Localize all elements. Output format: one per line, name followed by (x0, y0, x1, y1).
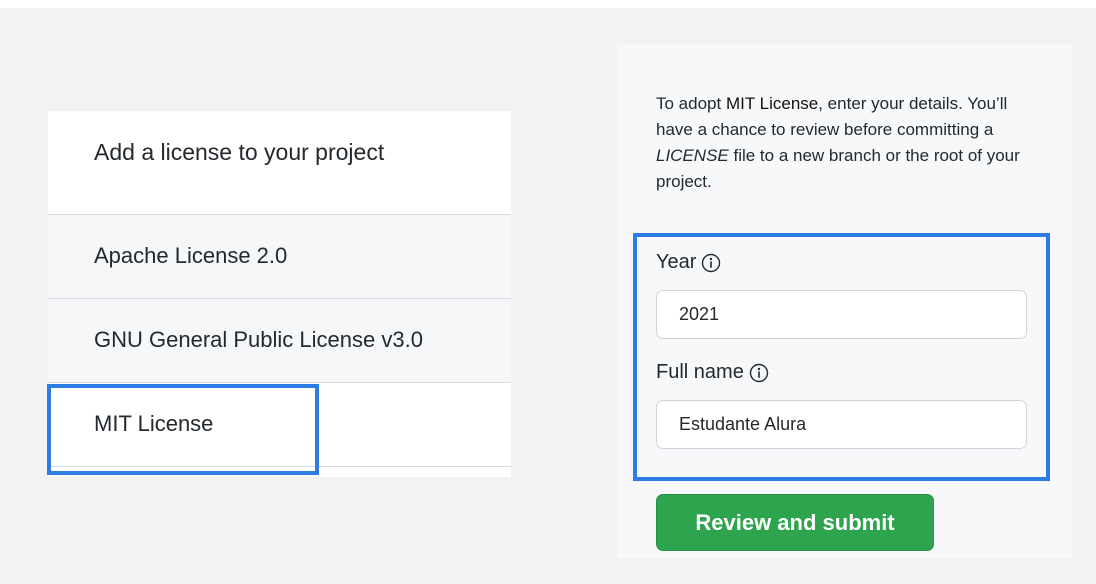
license-item-gpl[interactable]: GNU General Public License v3.0 (48, 299, 511, 383)
license-list-panel: Add a license to your project Apache Lic… (48, 111, 511, 477)
info-circle-icon[interactable] (749, 363, 769, 383)
top-strip (0, 0, 1096, 8)
review-and-submit-button[interactable]: Review and submit (656, 494, 934, 551)
year-input[interactable] (656, 290, 1027, 339)
year-label: Year (656, 251, 721, 274)
intro-license-name: MIT License (725, 94, 819, 113)
full-name-input[interactable] (656, 400, 1027, 449)
license-item-mit[interactable]: MIT License (48, 383, 511, 467)
license-form-panel: To adopt MIT License, enter your details… (617, 43, 1072, 558)
license-list-header: Add a license to your project (48, 111, 511, 215)
license-item-label: Apache License 2.0 (94, 243, 288, 268)
license-intro-text: To adopt MIT License, enter your details… (656, 91, 1046, 195)
license-item-label: MIT License (94, 411, 214, 436)
license-list-title: Add a license to your project (94, 139, 385, 165)
full-name-label-text: Full name (656, 361, 744, 383)
intro-license-file: LICENSE (656, 146, 729, 165)
full-name-label: Full name (656, 361, 769, 384)
info-circle-icon[interactable] (701, 253, 721, 273)
license-item-apache[interactable]: Apache License 2.0 (48, 215, 511, 299)
intro-text-part: To adopt (656, 94, 726, 113)
year-label-text: Year (656, 251, 697, 273)
license-item-label: GNU General Public License v3.0 (94, 327, 423, 352)
